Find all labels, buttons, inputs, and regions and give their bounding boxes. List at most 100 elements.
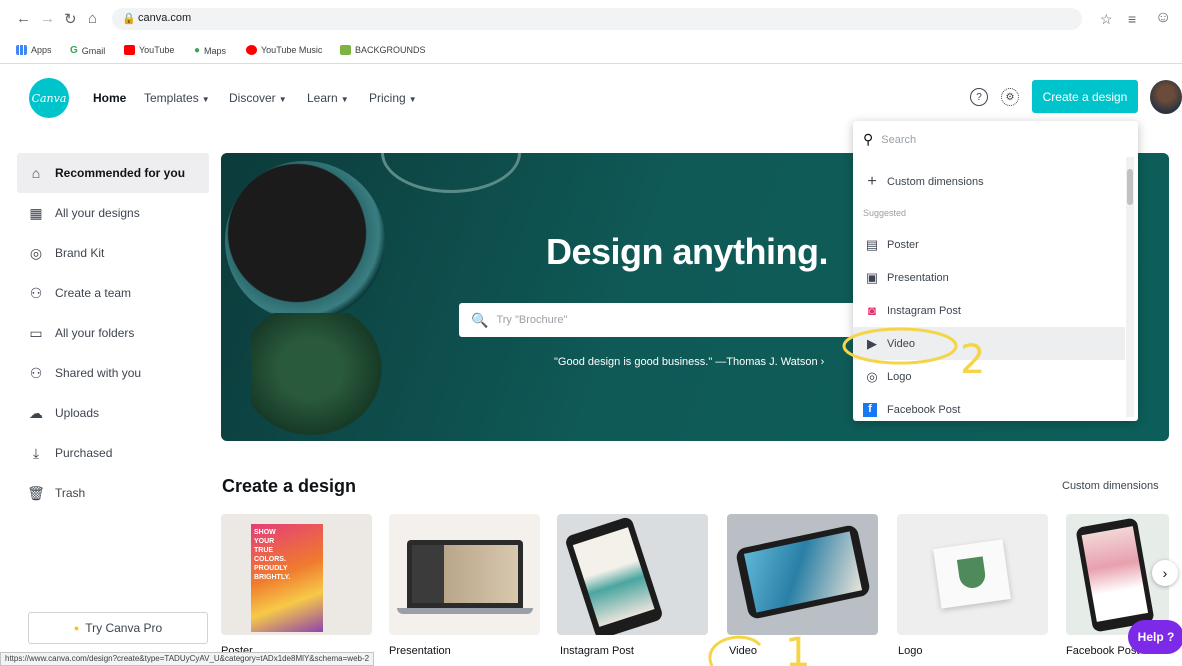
phone-landscape-image xyxy=(734,523,872,621)
hero-search-placeholder: Try "Brochure" xyxy=(496,314,568,326)
nav-templates[interactable]: Templates ▼ xyxy=(144,91,210,105)
lock-icon: 🔒 xyxy=(122,13,136,25)
sidebar: ⌂ Recommended for you ▦ All your designs ◎… xyxy=(17,153,209,513)
address-bar[interactable]: 🔒 canva.com xyxy=(112,8,1082,30)
laptop-image xyxy=(407,540,523,608)
try-canva-pro-button[interactable]: ● Try Canva Pro xyxy=(28,612,208,644)
create-design-heading: Create a design xyxy=(222,476,357,496)
back-icon[interactable]: ← xyxy=(16,10,31,27)
logo-badge-image xyxy=(956,556,987,590)
youtube-music-icon xyxy=(246,45,257,55)
gear-icon[interactable]: ⚙ xyxy=(1001,88,1019,106)
bookmark-backgrounds[interactable]: BACKGROUNDS xyxy=(340,45,426,55)
star-icon[interactable]: ☆ xyxy=(1100,11,1113,28)
sidebar-item-brand-kit[interactable]: ◎ Brand Kit xyxy=(17,233,209,273)
coffee-cup-image xyxy=(225,161,385,321)
card-label-presentation[interactable]: Presentation xyxy=(389,645,451,657)
bookmark-youtube[interactable]: YouTube xyxy=(124,45,174,55)
tray-image xyxy=(381,153,521,193)
facebook-post-screen xyxy=(1081,526,1149,622)
forward-icon[interactable]: → xyxy=(40,10,55,27)
bookmarks-bar: Apps G Gmail YouTube ● Maps YouTube Music … xyxy=(0,36,1182,64)
card-video[interactable] xyxy=(727,514,878,635)
card-presentation[interactable] xyxy=(389,514,540,635)
create-design-button[interactable]: Create a design xyxy=(1032,80,1138,113)
crown-icon: ● xyxy=(73,623,80,633)
sidebar-item-uploads[interactable]: ☁ Uploads xyxy=(17,393,209,433)
sidebar-item-shared[interactable]: ⚇ Shared with you xyxy=(17,353,209,393)
shared-icon: ⚇ xyxy=(29,364,43,381)
hero-quote-link[interactable]: "Good design is good business." —Thomas … xyxy=(554,356,824,368)
help-button[interactable]: Help ? xyxy=(1128,620,1182,654)
sidebar-item-all-designs[interactable]: ▦ All your designs xyxy=(17,193,209,233)
dropdown-custom-dimensions[interactable]: + Custom dimensions xyxy=(853,165,1125,198)
download-icon: ⤓ xyxy=(32,444,40,461)
nav-pricing[interactable]: Pricing ▼ xyxy=(369,91,417,105)
sidebar-item-folders[interactable]: ▭ All your folders xyxy=(17,313,209,353)
custom-dimensions-link[interactable]: Custom dimensions xyxy=(1062,480,1159,492)
sidebar-item-create-team[interactable]: ⚇ Create a team xyxy=(17,273,209,313)
profile-icon[interactable]: ☺ xyxy=(1155,9,1171,27)
hero-search-input[interactable]: 🔍 Try "Brochure" xyxy=(459,303,859,337)
phone-screen xyxy=(572,527,655,627)
avatar[interactable] xyxy=(1150,80,1182,114)
reading-list-icon[interactable]: ≡ xyxy=(1128,11,1136,27)
plus-icon: + xyxy=(867,172,877,190)
sidebar-item-trash[interactable]: 🗑 Trash xyxy=(17,473,209,513)
dropdown-item-facebook-post[interactable]: f Facebook Post xyxy=(853,393,1125,421)
help-icon[interactable]: ? xyxy=(970,88,988,106)
canva-logo[interactable]: Canva xyxy=(29,78,69,118)
card-instagram-post[interactable] xyxy=(557,514,708,635)
dropdown-item-video[interactable]: ▶ Video xyxy=(853,327,1125,360)
card-poster[interactable]: SHOW YOUR TRUE COLORS. PROUDLY BRIGHTLY. xyxy=(221,514,372,635)
dropdown-item-logo[interactable]: ◎ Logo xyxy=(853,360,1125,393)
create-design-dropdown: ⚲ Search + Custom dimensions Suggested ▤ P… xyxy=(853,121,1138,421)
sidebar-item-purchased[interactable]: ⤓ Purchased xyxy=(17,433,209,473)
bookmark-folder-icon xyxy=(340,45,351,55)
card-label-facebook-post[interactable]: Facebook Post xyxy=(1066,645,1139,657)
brand-kit-icon: ◎ xyxy=(29,244,43,261)
maps-icon: ● xyxy=(194,45,201,56)
bookmark-youtube-music[interactable]: YouTube Music xyxy=(246,45,322,55)
chevron-down-icon: ▼ xyxy=(408,95,417,104)
upload-icon: ☁ xyxy=(29,404,43,421)
card-logo[interactable] xyxy=(897,514,1048,635)
bookmark-maps[interactable]: ● Maps xyxy=(194,45,226,56)
dropdown-item-presentation[interactable]: ▣ Presentation xyxy=(853,261,1125,294)
dropdown-item-poster[interactable]: ▤ Poster xyxy=(853,228,1125,261)
dropdown-search-input[interactable]: ⚲ Search xyxy=(863,131,916,148)
card-label-video[interactable]: Video xyxy=(729,645,757,657)
bookmark-gmail[interactable]: G Gmail xyxy=(70,45,105,56)
nav-home[interactable]: Home xyxy=(93,91,126,105)
home-icon[interactable]: ⌂ xyxy=(88,10,97,27)
poster-icon: ▤ xyxy=(865,236,879,252)
bookmark-apps[interactable]: Apps xyxy=(16,45,52,55)
plant-image xyxy=(251,313,401,441)
nav-discover[interactable]: Discover ▼ xyxy=(229,91,287,105)
dropdown-scrollbar[interactable] xyxy=(1126,157,1134,417)
reload-icon[interactable]: ↻ xyxy=(64,10,77,28)
nav-learn[interactable]: Learn ▼ xyxy=(307,91,349,105)
laptop-screen xyxy=(412,545,518,603)
phone-image xyxy=(1075,517,1155,633)
chevron-down-icon: ▼ xyxy=(340,95,349,104)
search-icon: 🔍 xyxy=(471,311,489,328)
status-bar-url: https://www.canva.com/design?create&type… xyxy=(0,652,375,666)
card-label-instagram-post[interactable]: Instagram Post xyxy=(560,645,634,657)
dropdown-item-instagram-post[interactable]: ◙ Instagram Post xyxy=(853,294,1125,327)
chevron-down-icon: ▼ xyxy=(201,95,210,104)
card-label-logo[interactable]: Logo xyxy=(898,645,922,657)
video-screen xyxy=(743,531,863,613)
sidebar-item-recommended[interactable]: ⌂ Recommended for you xyxy=(17,153,209,193)
laptop-base xyxy=(397,608,533,614)
google-icon: G xyxy=(70,45,78,56)
scrollbar-thumb[interactable] xyxy=(1127,169,1133,205)
instagram-icon: ◙ xyxy=(868,303,876,318)
phone-image xyxy=(564,515,664,635)
team-icon: ⚇ xyxy=(29,284,43,301)
apps-icon xyxy=(16,45,27,55)
carousel-next-button[interactable]: › xyxy=(1152,560,1178,586)
poster-thumbnail: SHOW YOUR TRUE COLORS. PROUDLY BRIGHTLY. xyxy=(251,524,323,632)
chevron-right-icon: › xyxy=(1162,565,1168,581)
hero-title: Design anything. xyxy=(546,231,829,272)
